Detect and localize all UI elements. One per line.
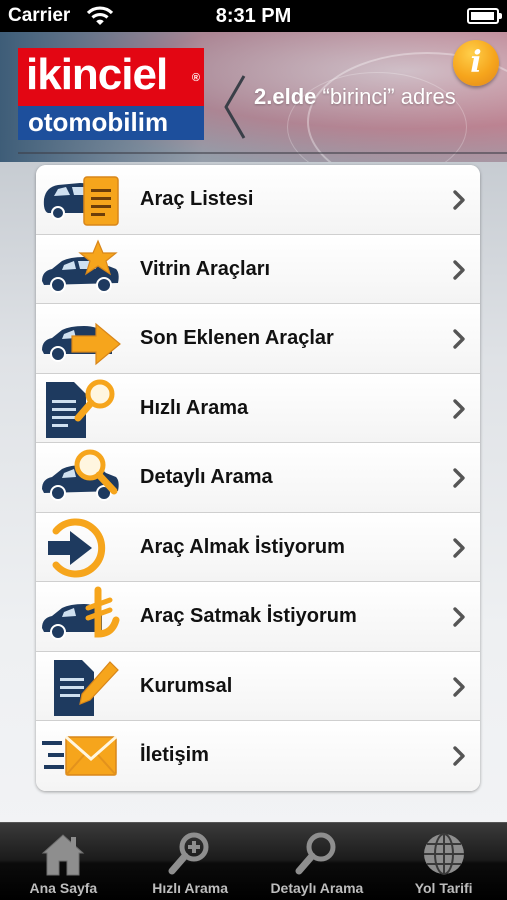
battery-level <box>471 12 494 20</box>
menu-item-son-eklenen-araclar[interactable]: Son Eklenen Araçlar <box>36 304 480 374</box>
chevron-right-icon <box>453 398 465 419</box>
menu-item-arac-listesi[interactable]: Araç Listesi <box>36 165 480 235</box>
menu-item-label: Kurumsal <box>140 674 233 697</box>
slogan-rest: “birinci” adres <box>316 84 456 109</box>
main-menu: Araç Listesi Vitrin Araçları Son Eklenen… <box>36 165 480 791</box>
menu-item-arac-almak-istiyorum[interactable]: Araç Almak İstiyorum <box>36 512 480 582</box>
battery-icon <box>467 8 502 24</box>
tab-label: Ana Sayfa <box>29 880 98 896</box>
slogan: 2.elde “birinci” adres <box>254 84 456 110</box>
menu-item-hizli-arama[interactable]: Hızlı Arama <box>36 373 480 443</box>
car-lira-icon <box>42 586 120 640</box>
header-divider <box>18 152 507 154</box>
tab-detayli-arama[interactable]: Detaylı Arama <box>254 823 381 900</box>
menu-item-label: Hızlı Arama <box>140 396 249 419</box>
document-pencil-icon <box>54 659 119 716</box>
menu-item-label: Son Eklenen Araçlar <box>140 327 334 349</box>
menu-item-detayli-arama[interactable]: Detaylı Arama <box>36 443 480 513</box>
chevron-right-icon <box>453 259 465 280</box>
brand-logo: ikinciel ® otomobilim <box>18 48 204 140</box>
menu-item-label: İletişim <box>140 744 209 766</box>
status-bar: Carrier 8:31 PM <box>0 0 507 32</box>
tab-bar: Ana Sayfa Hızlı Arama Detaylı Arama Yol … <box>0 822 507 900</box>
car-arrow-icon <box>42 322 121 366</box>
logo-top: ikinciel ® <box>18 48 204 106</box>
envelope-icon <box>42 735 117 776</box>
zoom-in-icon <box>168 832 209 875</box>
logo-line1: ikinciel <box>26 50 168 99</box>
chevron-right-icon <box>453 190 465 210</box>
chevron-right-icon <box>453 607 465 627</box>
menu-item-arac-satmak-istiyorum[interactable]: Araç Satmak İstiyorum <box>36 582 480 652</box>
menu-item-label: Araç Satmak İstiyorum <box>140 605 357 627</box>
car-star-icon <box>42 238 119 293</box>
logo-line2: otomobilim <box>18 106 204 140</box>
chevron-right-icon <box>453 468 465 488</box>
chevron-left-icon <box>224 75 246 139</box>
car-magnifier-icon <box>42 449 119 501</box>
search-icon <box>295 832 336 875</box>
document-magnifier-icon <box>46 379 115 438</box>
car-list-icon <box>43 176 119 226</box>
slogan-bold: 2.elde <box>254 84 317 109</box>
tab-label: Hızlı Arama <box>152 880 228 896</box>
menu-item-label: Araç Almak İstiyorum <box>140 535 345 558</box>
info-button[interactable]: i <box>453 40 499 86</box>
app-header: ikinciel ® otomobilim 2.elde “birinci” ad… <box>0 32 507 162</box>
menu-item-label: Detaylı Arama <box>140 466 273 488</box>
menu-item-label: Araç Listesi <box>140 188 254 210</box>
globe-icon <box>423 833 464 875</box>
tab-yol-tarifi[interactable]: Yol Tarifi <box>380 823 507 900</box>
tab-ana-sayfa[interactable]: Ana Sayfa <box>0 823 127 900</box>
tab-hizli-arama[interactable]: Hızlı Arama <box>127 823 254 900</box>
chevron-right-icon <box>453 676 465 697</box>
chevron-right-icon <box>453 746 465 766</box>
circle-arrow-icon <box>48 518 106 577</box>
home-icon <box>42 834 85 876</box>
registered-mark: ® <box>191 72 200 84</box>
clock: 8:31 PM <box>215 5 292 27</box>
menu-item-label: Vitrin Araçları <box>140 257 271 280</box>
menu-item-kurumsal[interactable]: Kurumsal <box>36 651 480 721</box>
menu-item-vitrin-araclari[interactable]: Vitrin Araçları <box>36 234 480 304</box>
chevron-right-icon <box>453 537 465 558</box>
chevron-right-icon <box>453 329 465 349</box>
menu-item-iletisim[interactable]: İletişim <box>36 721 480 791</box>
tab-label: Yol Tarifi <box>414 880 473 896</box>
tab-label: Detaylı Arama <box>270 880 364 896</box>
